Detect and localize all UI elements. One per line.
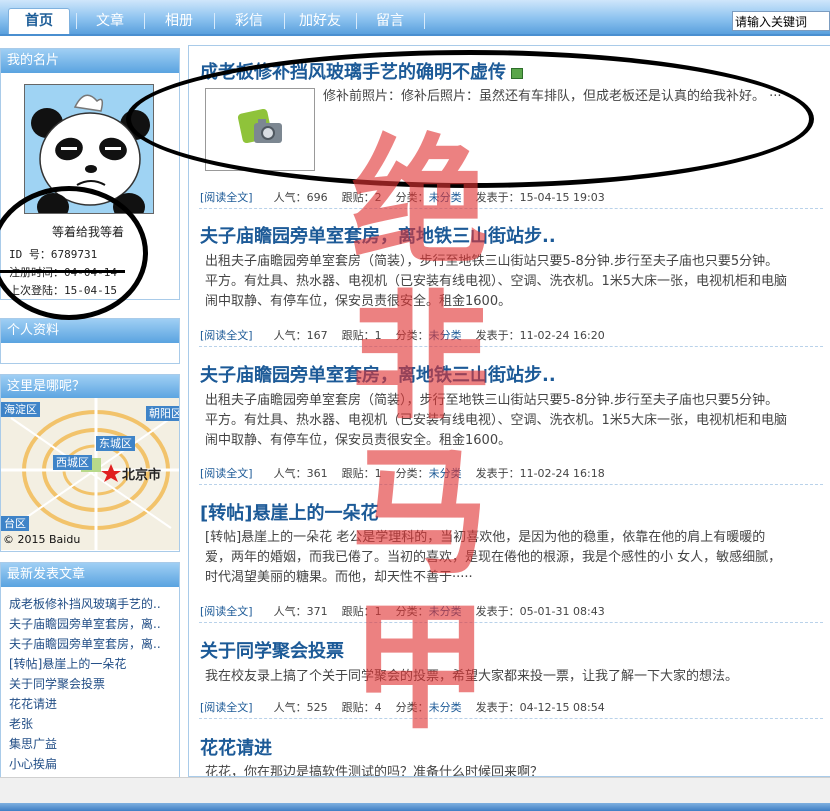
recent-panel-title: 最新发表文章 [1,563,179,587]
post-meta: [阅读全文] 人气：696 跟贴：2 分类：未分类 发表于：15-04-15 1… [200,191,605,204]
tab-separator [356,13,357,29]
reply-count: 1 [374,467,382,480]
post-excerpt: 出租夫子庙瞻园旁单室套房（简装），步行至地铁三山街站只要5-8分钟.步行至夫子庙… [205,254,788,309]
map-copyright: © 2015 Baidu [3,533,81,546]
panda-avatar-icon [25,85,153,213]
tab-mms[interactable]: 彩信 [220,9,278,33]
post-excerpt: 我在校友录上搞了个关于同学聚会的投票，希望大家都来投一票，让我了解一下大家的想法… [205,669,739,684]
profile-panel-title[interactable]: 个人资料 [1,319,179,343]
map-view[interactable]: 海淀区 朝阳区 东城区 西城区 北京市 台区 © 2015 Baidu [1,398,179,550]
last-login-label: 上次登陆： [9,284,64,297]
post-list: 成老板修补挡风玻璃手艺的确明不虚传 修补前照片：修补后照片：虽然还有车排队，但成… [188,45,830,777]
read-more-link[interactable]: [阅读全文] [200,329,253,342]
search-input[interactable] [732,11,830,31]
profile-panel: 个人资料 [0,318,180,364]
post-category: 未分类 [428,191,462,204]
photo-placeholder-icon [237,108,282,144]
post-excerpt: 修补前照片：修补后照片：虽然还有车排队，但成老板还是认真的给我补好。 ··· [323,89,782,104]
image-attachment-icon [511,67,523,79]
post-excerpt: 花花，你在那边是搞软件测试的吗？准备什么时候回来啊？ [205,765,544,777]
id-label: ID 号： [9,248,51,261]
map-label-haidian: 海淀区 [1,402,40,417]
tab-separator [76,13,77,29]
view-count: 696 [306,191,328,204]
reply-count: 2 [374,191,382,204]
read-more-link[interactable]: [阅读全文] [200,701,253,714]
post-title[interactable]: [转帖]悬崖上的一朵花 [200,499,378,525]
read-more-link[interactable]: [阅读全文] [200,605,253,618]
tab-separator [424,13,425,29]
last-login-row: 上次登陆：15-04-15 [9,282,117,298]
post-date: 04-12-15 08:54 [519,701,605,714]
post-meta: [阅读全文] 人气：371 跟贴：1 分类：未分类 发表于：05-01-31 0… [200,605,605,618]
recent-post-link[interactable]: 老张 [9,714,174,734]
post-excerpt: [转帖]悬崖上的一朵花 老公是学理科的，当初喜欢他，是因为他的稳重，依靠在他的肩… [205,530,782,585]
post-excerpt: 出租夫子庙瞻园旁单室套房（简装），步行至地铁三山街站只要5-8分钟.步行至夫子庙… [205,393,788,448]
view-count: 361 [306,467,328,480]
post-meta: [阅读全文] 人气：525 跟贴：4 分类：未分类 发表于：04-12-15 0… [200,701,605,714]
card-panel-title: 我的名片 [1,49,179,73]
map-label-xicheng: 西城区 [53,455,92,470]
map-label-chaoyang: 朝阳区 [146,406,179,421]
read-more-link[interactable]: [阅读全文] [200,467,253,480]
read-more-link[interactable]: [阅读全文] [200,191,253,204]
tab-home[interactable]: 首页 [8,8,70,34]
top-nav-bar: 首页 文章 相册 彩信 加好友 留言 [0,0,830,36]
id-value: 6789731 [50,248,98,261]
post-category: 未分类 [428,605,462,618]
post-category: 未分类 [428,329,462,342]
view-count: 167 [306,329,328,342]
tab-separator [144,13,145,29]
post-date: 05-01-31 08:43 [519,605,605,618]
post-meta: [阅读全文] 人气：361 跟贴：1 分类：未分类 发表于：11-02-24 1… [200,467,605,480]
nickname: 等着给我等着 [52,225,125,239]
post-date: 15-04-15 19:03 [519,191,605,204]
post-thumbnail[interactable] [205,88,315,171]
recent-post-link[interactable]: [转帖]悬崖上的一朵花 [9,654,174,674]
recent-post-link[interactable]: 夫子庙瞻园旁单室套房，离.. [9,634,174,654]
id-row: ID 号：6789731 [9,246,97,262]
tab-separator [284,13,285,29]
post-category: 未分类 [428,701,462,714]
status-bar [0,777,830,811]
post-title[interactable]: 夫子庙瞻园旁单室套房，离地铁三山街站步.. [200,222,556,248]
annotation-underline [0,270,125,273]
recent-post-link[interactable]: 成老板修补挡风玻璃手艺的.. [9,594,174,614]
post-date: 11-02-24 16:18 [519,467,605,480]
map-panel-title: 这里是哪呢？ [1,375,179,399]
view-count: 525 [306,701,328,714]
reply-count: 1 [374,329,382,342]
post-meta: [阅读全文] 人气：167 跟贴：1 分类：未分类 发表于：11-02-24 1… [200,329,605,342]
view-count: 371 [306,605,328,618]
post-separator [199,622,823,623]
map-label-dongcheng: 东城区 [96,436,135,451]
post-title[interactable]: 成老板修补挡风玻璃手艺的确明不虚传 [200,58,523,84]
recent-post-link[interactable]: 关于同学聚会投票 [9,674,174,694]
tab-guestbook[interactable]: 留言 [362,9,418,33]
post-title[interactable]: 花花请进 [200,734,272,760]
reply-count: 1 [374,605,382,618]
tab-separator [214,13,215,29]
post-separator [199,208,823,209]
post-title[interactable]: 夫子庙瞻园旁单室套房，离地铁三山街站步.. [200,361,556,387]
last-login-value: 15-04-15 [64,284,117,297]
recent-post-link[interactable]: 集思广益 [9,734,174,754]
reply-count: 4 [374,701,382,714]
tab-album[interactable]: 相册 [150,9,208,33]
recent-post-link[interactable]: 小心挨扁 [9,754,174,774]
map-label-fengtai: 台区 [1,516,29,531]
post-category: 未分类 [428,467,462,480]
post-title[interactable]: 关于同学聚会投票 [200,637,344,663]
post-separator [199,346,823,347]
recent-post-link[interactable]: 花花请进 [9,694,174,714]
tab-articles[interactable]: 文章 [82,9,138,33]
map-city-beijing: 北京市 [122,468,162,483]
recent-post-link[interactable]: 夫子庙瞻园旁单室套房，离.. [9,614,174,634]
recent-posts-list: 成老板修补挡风玻璃手艺的.. 夫子庙瞻园旁单室套房，离.. 夫子庙瞻园旁单室套房… [9,594,174,774]
post-date: 11-02-24 16:20 [519,329,605,342]
tab-add-friend[interactable]: 加好友 [290,9,350,33]
post-separator [199,484,823,485]
avatar [24,84,154,214]
post-separator [199,718,823,719]
